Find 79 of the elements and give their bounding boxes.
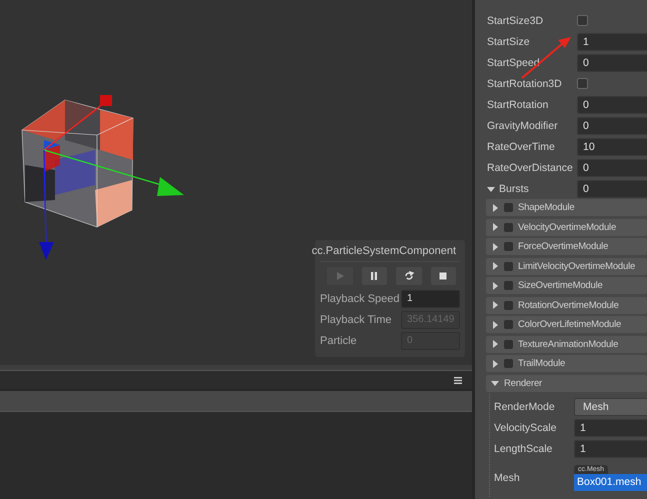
property-label: StartSize3D — [487, 14, 544, 26]
checkbox[interactable] — [577, 78, 588, 89]
expand-arrow-icon[interactable] — [491, 379, 499, 387]
property-label: LengthScale — [494, 442, 552, 454]
restart-button[interactable] — [396, 267, 422, 285]
dropdown[interactable]: Mesh — [574, 398, 647, 416]
expand-arrow-icon[interactable] — [491, 340, 499, 348]
checkbox[interactable] — [504, 340, 513, 348]
module-header[interactable]: LimitVelocityOvertimeModule — [486, 258, 647, 274]
expand-arrow-icon[interactable] — [491, 282, 499, 290]
input-field[interactable]: 10 — [577, 138, 647, 156]
restart-icon — [404, 271, 414, 281]
checkbox[interactable] — [504, 242, 513, 251]
input-field[interactable]: 1 — [577, 32, 647, 50]
property-label: StartSize — [487, 36, 530, 48]
module-header[interactable]: ForceOvertimeModule — [486, 238, 647, 255]
field-label: Particle — [320, 334, 357, 346]
pause-button[interactable] — [362, 267, 387, 285]
module-label: Renderer — [504, 378, 542, 388]
module-header[interactable]: ColorOverLifetimeModule — [486, 316, 647, 333]
expand-arrow-icon[interactable] — [491, 320, 499, 328]
module-label: SizeOvertimeModule — [518, 280, 603, 291]
module-label: LimitVelocityOvertimeModule — [518, 260, 636, 272]
module-label: ColorOverLifetimeModule — [518, 319, 622, 330]
input-field[interactable]: 1 — [574, 418, 647, 436]
expand-arrow-icon[interactable] — [491, 301, 499, 309]
property-label: RateOverDistance — [487, 162, 573, 174]
field-label: Playback Time — [320, 314, 392, 326]
checkbox[interactable] — [504, 320, 513, 329]
input-field[interactable]: 0 — [577, 116, 647, 134]
asset-field[interactable]: Box001.mesh — [574, 474, 647, 491]
property-label: Bursts — [499, 182, 529, 194]
expand-arrow-icon[interactable] — [491, 223, 499, 231]
property-label: RenderMode — [494, 400, 555, 412]
module-header[interactable]: TextureAnimationModule — [486, 336, 647, 352]
module-header[interactable]: Renderer — [486, 374, 647, 392]
module-label: TextureAnimationModule — [518, 338, 618, 350]
menu-icon[interactable] — [454, 376, 462, 384]
expand-arrow-icon[interactable] — [487, 184, 495, 192]
checkbox[interactable] — [504, 300, 513, 310]
pause-icon — [369, 271, 380, 281]
module-header[interactable]: VelocityOvertimeModule — [486, 218, 647, 236]
module-label: ForceOvertimeModule — [518, 241, 608, 252]
module-label: RotationOvertimeModule — [518, 300, 619, 310]
property-label: StartSpeed — [487, 56, 540, 68]
checkbox[interactable] — [504, 262, 513, 270]
property-label: VelocityScale — [494, 422, 556, 434]
expand-arrow-icon[interactable] — [491, 360, 499, 368]
stop-icon — [438, 271, 448, 281]
input-field[interactable]: 0 — [577, 54, 647, 72]
expand-arrow-icon[interactable] — [491, 242, 499, 250]
input-field[interactable]: 0 — [577, 158, 647, 176]
module-label: VelocityOvertimeModule — [518, 222, 616, 232]
module-header[interactable]: TrailModule — [486, 355, 647, 372]
property-label: GravityModifier — [487, 120, 558, 132]
input-field[interactable]: 0 — [577, 180, 647, 198]
checkbox[interactable] — [504, 359, 513, 368]
expand-arrow-icon[interactable] — [491, 262, 499, 270]
field-label: Playback Speed — [320, 292, 400, 304]
input-field[interactable]: 0 — [577, 96, 647, 114]
module-header[interactable]: SizeOvertimeModule — [486, 277, 647, 294]
property-label: StartRotation3D — [487, 78, 562, 90]
checkbox[interactable] — [577, 15, 588, 26]
property-label: RateOverTime — [487, 140, 555, 152]
component-title: cc.ParticleSystemComponent — [312, 245, 456, 257]
stop-button[interactable] — [430, 267, 456, 285]
input-field[interactable]: 1 — [574, 440, 647, 458]
checkbox[interactable] — [504, 203, 513, 212]
expand-arrow-icon[interactable] — [491, 204, 499, 212]
input-field[interactable]: 1 — [401, 290, 460, 308]
module-header[interactable]: ShapeModule — [486, 199, 647, 216]
property-label: StartRotation — [487, 98, 548, 110]
checkbox[interactable] — [504, 222, 513, 232]
module-label: TrailModule — [518, 358, 566, 369]
module-label: ShapeModule — [518, 202, 574, 213]
module-header[interactable]: RotationOvertimeModule — [486, 296, 647, 314]
play-icon — [334, 271, 345, 281]
property-label: Mesh — [494, 472, 520, 484]
checkbox[interactable] — [504, 281, 513, 290]
